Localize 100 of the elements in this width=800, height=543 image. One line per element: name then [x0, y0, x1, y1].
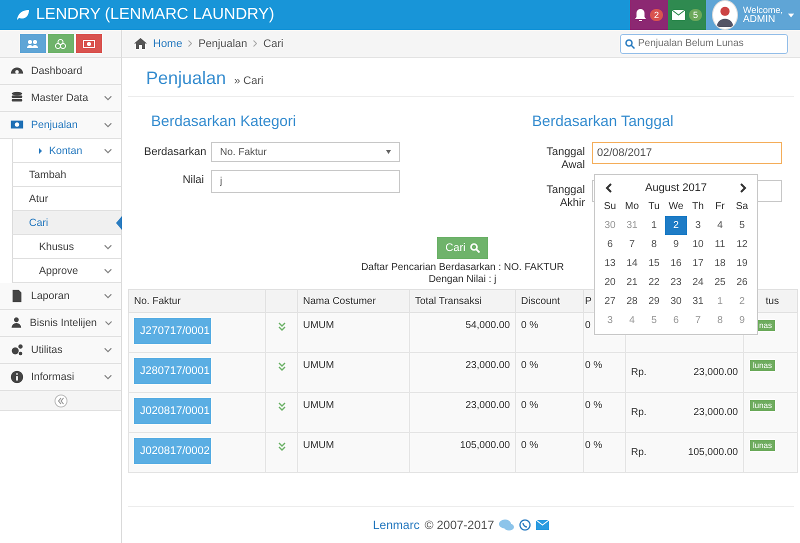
- column-header: Nama Costumer: [303, 296, 376, 306]
- calendar-day[interactable]: 16: [665, 254, 687, 273]
- calendar-day[interactable]: 21: [621, 273, 643, 292]
- calendar-day[interactable]: 8: [643, 235, 665, 254]
- users-button[interactable]: [20, 34, 46, 53]
- previous-icon[interactable]: [605, 183, 612, 193]
- calendar-day[interactable]: 26: [731, 273, 753, 292]
- sidebar-item[interactable]: Atur: [12, 187, 121, 211]
- weekday-label: Mo: [624, 200, 640, 214]
- sidebar-item[interactable]: Utilitas: [0, 337, 121, 364]
- sidebar-item[interactable]: Penjualan: [0, 112, 121, 139]
- sidebar-item[interactable]: Informasi: [0, 364, 121, 391]
- app-title: LENDRY (LENMARC LAUNDRY): [36, 6, 274, 24]
- money-button[interactable]: [76, 34, 102, 53]
- calendar-day[interactable]: 2: [665, 216, 687, 235]
- chevron-icon: [103, 345, 113, 355]
- search-icon: [625, 38, 635, 48]
- sidebar-item[interactable]: Approve: [12, 259, 121, 283]
- calendar-day[interactable]: 14: [621, 254, 643, 273]
- table-cell: UMUM: [303, 360, 334, 371]
- calendar-day[interactable]: 20: [599, 273, 621, 292]
- next-icon[interactable]: [740, 183, 747, 193]
- table-cell: UMUM: [303, 440, 334, 451]
- sidebar-item[interactable]: Master Data: [0, 85, 121, 112]
- breadcrumb-item: Penjualan: [198, 38, 248, 50]
- weekday-label: Th: [691, 200, 705, 214]
- input-field[interactable]: j: [211, 170, 400, 193]
- calendar-day[interactable]: 30: [665, 292, 687, 311]
- calendar-day[interactable]: 23: [665, 273, 687, 292]
- status-badge: lunas: [750, 440, 775, 451]
- calendar-day[interactable]: 7: [621, 235, 643, 254]
- table-cell: 0 %: [585, 360, 602, 371]
- calendar-day[interactable]: 4: [709, 216, 731, 235]
- calendar-day[interactable]: 9: [665, 235, 687, 254]
- date-field[interactable]: 02/08/2017: [592, 142, 782, 164]
- chat-icon[interactable]: [499, 519, 514, 531]
- double-chevron-icon[interactable]: [278, 402, 286, 411]
- caret-icon: [386, 150, 391, 154]
- calendar-day[interactable]: 13: [599, 254, 621, 273]
- status-badge: lunas: [750, 360, 775, 371]
- table-cell: 23,000.00: [466, 400, 510, 411]
- notifications-button[interactable]: 2: [630, 0, 668, 30]
- double-chevron-icon[interactable]: [278, 322, 286, 331]
- section-title: Berdasarkan Kategori: [151, 113, 298, 130]
- status-badge: lunas: [750, 400, 775, 411]
- column-header: tus: [766, 296, 779, 306]
- section-title: Berdasarkan Tanggal: [532, 113, 674, 130]
- count-badge: 2: [650, 9, 663, 21]
- category-select[interactable]: No. Faktur: [211, 142, 400, 162]
- field-label: Nilai: [182, 173, 204, 187]
- calendar-day[interactable]: 17: [687, 254, 709, 273]
- calendar-day[interactable]: 15: [643, 254, 665, 273]
- calendar-day[interactable]: 3: [687, 216, 709, 235]
- calendar-day[interactable]: 10: [687, 235, 709, 254]
- calendar-day[interactable]: 5: [731, 216, 753, 235]
- sidebar-item[interactable]: Cari: [12, 211, 121, 235]
- home-icon: [134, 38, 147, 49]
- calendar-day[interactable]: 6: [599, 235, 621, 254]
- calendar-day[interactable]: 24: [687, 273, 709, 292]
- count-badge: 5: [688, 9, 702, 21]
- table-cell: 0 %: [585, 400, 602, 411]
- shapes-button[interactable]: [48, 34, 74, 53]
- chevron-icon: [253, 40, 258, 47]
- users-icon: [27, 39, 38, 48]
- weekday-label: Fr: [714, 200, 726, 214]
- sidebar-item[interactable]: Khusus: [12, 235, 121, 259]
- calendar-day[interactable]: 31: [687, 292, 709, 311]
- collapse-icon[interactable]: [54, 394, 68, 408]
- double-chevron-icon[interactable]: [278, 442, 286, 451]
- weekday-label: Sa: [734, 200, 750, 214]
- footer-link[interactable]: Lenmarc: [372, 518, 420, 532]
- calendar-day[interactable]: 1: [643, 216, 665, 235]
- sidebar-item[interactable]: Dashboard: [0, 58, 121, 85]
- sidebar-item[interactable]: Kontan: [12, 139, 121, 163]
- calendar-day[interactable]: 11: [709, 235, 731, 254]
- calendar-day[interactable]: 19: [731, 254, 753, 273]
- double-chevron-icon[interactable]: [278, 362, 286, 371]
- page-subtitle: » Cari: [234, 75, 264, 87]
- sidebar-item[interactable]: Tambah: [12, 163, 121, 187]
- calendar-day[interactable]: 25: [709, 273, 731, 292]
- chevron-icon: [103, 372, 113, 382]
- calendar-day[interactable]: 22: [643, 273, 665, 292]
- breadcrumb-link[interactable]: Home: [153, 38, 182, 50]
- result-info: Dengan Nilai : j: [428, 274, 498, 286]
- envelope-icon[interactable]: [536, 520, 550, 530]
- sidebar-item[interactable]: Bisnis Intelijen: [0, 310, 121, 337]
- calendar-day[interactable]: 28: [621, 292, 643, 311]
- search-field[interactable]: Penjualan Belum Lunas: [620, 34, 788, 54]
- calendar-day[interactable]: 18: [709, 254, 731, 273]
- column-header: Total Transaksi: [415, 296, 482, 306]
- calendar-day[interactable]: 12: [731, 235, 753, 254]
- caret-icon: [788, 12, 794, 18]
- sidebar-item[interactable]: Laporan: [0, 283, 121, 310]
- month-title[interactable]: August 2017: [645, 182, 707, 194]
- page-title: Penjualan: [146, 68, 226, 89]
- calendar-day[interactable]: 29: [643, 292, 665, 311]
- table-cell: 23,000.00: [694, 367, 738, 378]
- table-cell: UMUM: [303, 320, 334, 331]
- phone-icon[interactable]: [519, 519, 532, 531]
- calendar-day[interactable]: 27: [599, 292, 621, 311]
